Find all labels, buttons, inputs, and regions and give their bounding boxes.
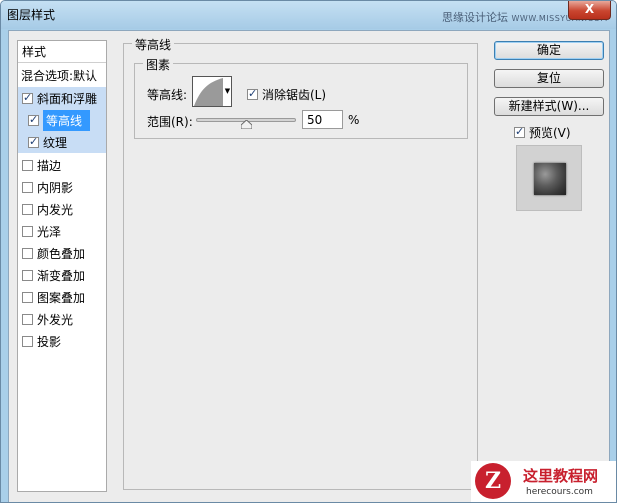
preview-swatch bbox=[534, 163, 566, 195]
color-overlay-checkbox[interactable] bbox=[22, 247, 33, 259]
style-item-drop-shadow[interactable]: 投影 bbox=[18, 330, 106, 352]
range-slider-thumb[interactable] bbox=[240, 120, 252, 129]
style-item-texture[interactable]: 纹理 bbox=[18, 131, 106, 153]
antialias-option[interactable]: 消除锯齿(L) bbox=[247, 86, 326, 103]
style-item-outer-glow[interactable]: 外发光 bbox=[18, 308, 106, 330]
contour-picker[interactable]: ▼ bbox=[192, 76, 232, 107]
style-item-label: 纹理 bbox=[43, 135, 68, 150]
style-item-label: 斜面和浮雕 bbox=[37, 91, 98, 106]
style-item-stroke[interactable]: 描边 bbox=[18, 154, 106, 176]
style-item-label: 投影 bbox=[37, 334, 62, 349]
style-item-bevel-emboss[interactable]: 斜面和浮雕 bbox=[18, 87, 106, 109]
window-title: 图层样式 bbox=[7, 8, 56, 22]
styles-list: 样式 混合选项:默认 斜面和浮雕 等高线 纹理 描边 内阴影 bbox=[17, 40, 107, 492]
ok-button[interactable]: 确定 bbox=[494, 41, 604, 60]
style-item-inner-glow[interactable]: 内发光 bbox=[18, 198, 106, 220]
stroke-checkbox[interactable] bbox=[22, 159, 33, 171]
contour-curve-icon bbox=[194, 78, 223, 106]
style-item-label: 图案叠加 bbox=[37, 290, 86, 305]
dialog-body: 样式 混合选项:默认 斜面和浮雕 等高线 纹理 描边 内阴影 bbox=[8, 30, 610, 502]
drop-shadow-checkbox[interactable] bbox=[22, 335, 33, 347]
antialias-checkbox[interactable] bbox=[247, 87, 258, 100]
style-item-label: 光泽 bbox=[37, 224, 62, 239]
style-item-label: 等高线 bbox=[43, 109, 91, 131]
site-name: 这里教程网 bbox=[523, 467, 599, 485]
inner-glow-checkbox[interactable] bbox=[22, 203, 33, 215]
inner-shadow-checkbox[interactable] bbox=[22, 181, 33, 193]
site-watermark: Z 这里教程网 herecours.com bbox=[471, 461, 616, 502]
range-unit: % bbox=[348, 113, 360, 127]
style-item-label: 外发光 bbox=[37, 312, 74, 327]
style-item-inner-shadow[interactable]: 内阴影 bbox=[18, 176, 106, 198]
title-bar[interactable]: 图层样式 思缘设计论坛 WWW.MISSYUAN.COM X bbox=[1, 1, 616, 29]
style-item-contour[interactable]: 等高线 bbox=[18, 109, 106, 131]
blend-options-item[interactable]: 混合选项:默认 bbox=[21, 67, 97, 84]
style-item-label: 渐变叠加 bbox=[37, 268, 86, 283]
pattern-overlay-checkbox[interactable] bbox=[22, 291, 33, 303]
style-item-label: 内阴影 bbox=[37, 180, 74, 195]
elements-group-title: 图素 bbox=[143, 56, 174, 73]
site-url: herecours.com bbox=[526, 487, 593, 497]
preview-option[interactable]: 预览(V) bbox=[514, 124, 571, 141]
style-item-pattern-overlay[interactable]: 图案叠加 bbox=[18, 286, 106, 308]
style-item-satin[interactable]: 光泽 bbox=[18, 220, 106, 242]
reset-button[interactable]: 复位 bbox=[494, 69, 604, 88]
close-button[interactable]: X bbox=[568, 1, 611, 20]
elements-group: 图素 等高线: ▼ 消除锯齿(L) 范围(R): bbox=[134, 56, 468, 139]
site-logo: Z bbox=[475, 463, 511, 499]
outer-glow-checkbox[interactable] bbox=[22, 313, 33, 325]
antialias-label: 消除锯齿(L) bbox=[262, 88, 327, 102]
style-item-label: 内发光 bbox=[37, 202, 74, 217]
style-item-color-overlay[interactable]: 颜色叠加 bbox=[18, 242, 106, 264]
preview-checkbox[interactable] bbox=[514, 125, 525, 138]
preview-thumbnail bbox=[516, 145, 582, 211]
chevron-down-icon[interactable]: ▼ bbox=[223, 76, 232, 107]
satin-checkbox[interactable] bbox=[22, 225, 33, 237]
contour-group: 等高线 图素 等高线: ▼ 消除锯齿(L) 范围(R): bbox=[123, 36, 478, 490]
style-item-label: 描边 bbox=[37, 158, 62, 173]
contour-label: 等高线: bbox=[147, 88, 188, 102]
style-item-label: 颜色叠加 bbox=[37, 246, 86, 261]
range-input[interactable] bbox=[302, 110, 343, 129]
bevel-emboss-checkbox[interactable] bbox=[22, 91, 33, 104]
range-label: 范围(R): bbox=[147, 115, 193, 129]
new-style-button[interactable]: 新建样式(W)... bbox=[494, 97, 604, 116]
texture-checkbox[interactable] bbox=[28, 135, 39, 148]
preview-label: 预览(V) bbox=[529, 126, 571, 140]
styles-header[interactable]: 样式 bbox=[22, 43, 46, 60]
contour-group-title: 等高线 bbox=[132, 36, 175, 53]
style-item-gradient-overlay[interactable]: 渐变叠加 bbox=[18, 264, 106, 286]
divider bbox=[18, 62, 106, 63]
gradient-overlay-checkbox[interactable] bbox=[22, 269, 33, 281]
contour-checkbox[interactable] bbox=[28, 113, 39, 126]
layer-style-dialog: 图层样式 思缘设计论坛 WWW.MISSYUAN.COM X 样式 混合选项:默… bbox=[0, 0, 617, 503]
watermark-cn: 思缘设计论坛 bbox=[442, 11, 508, 24]
